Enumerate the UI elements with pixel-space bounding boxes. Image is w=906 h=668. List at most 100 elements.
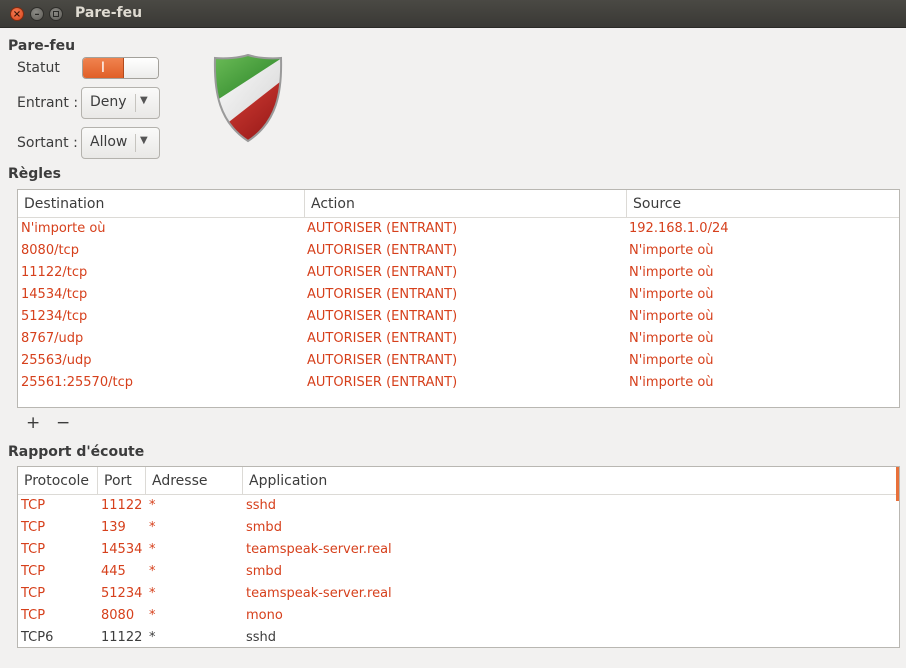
report-port-cell: 11122 — [101, 498, 143, 513]
rule-destination-cell: 25561:25570/tcp — [21, 375, 133, 390]
rule-action-cell: AUTORISER (ENTRANT) — [307, 331, 458, 346]
rule-source-cell: N'importe où — [629, 331, 714, 346]
report-port-cell: 51234 — [101, 586, 143, 601]
close-icon: × — [12, 9, 22, 20]
column-header-address[interactable]: Adresse — [146, 467, 243, 495]
report-protocol-cell: TCP — [21, 520, 46, 535]
table-row[interactable]: 8080/tcp AUTORISER (ENTRANT) N'importe où — [18, 240, 899, 262]
column-header-port[interactable]: Port — [98, 467, 146, 495]
rule-source-cell: N'importe où — [629, 287, 714, 302]
rule-destination-cell: 14534/tcp — [21, 287, 88, 302]
rule-destination-cell: 8080/tcp — [21, 243, 79, 258]
table-row[interactable]: TCP 14534 * teamspeak-server.real — [18, 539, 899, 561]
table-row[interactable]: TCP 139 * smbd — [18, 517, 899, 539]
rule-destination-cell: 8767/udp — [21, 331, 84, 346]
table-row[interactable]: TCP 445 * smbd — [18, 561, 899, 583]
title-bar: × – Pare-feu — [0, 0, 906, 28]
report-application-cell: sshd — [246, 498, 277, 513]
table-row[interactable]: 25561:25570/tcp AUTORISER (ENTRANT) N'impo… — [18, 372, 899, 394]
column-header-protocol[interactable]: Protocole — [18, 467, 98, 495]
toggle-on-indicator: I — [83, 58, 124, 78]
rule-action-cell: AUTORISER (ENTRANT) — [307, 309, 458, 324]
report-application-cell: sshd — [246, 630, 277, 645]
remove-rule-button[interactable]: − — [56, 413, 70, 433]
column-header-application[interactable]: Application — [243, 467, 899, 495]
rule-action-cell: AUTORISER (ENTRANT) — [307, 243, 458, 258]
window-title: Pare-feu — [75, 5, 143, 21]
rule-destination-cell: N'importe où — [21, 221, 106, 236]
report-application-cell: mono — [246, 608, 283, 623]
rule-destination-cell: 51234/tcp — [21, 309, 88, 324]
rule-source-cell: N'importe où — [629, 265, 714, 280]
report-protocol-cell: TCP6 — [21, 630, 54, 645]
report-address-cell: * — [149, 586, 156, 601]
rule-action-cell: AUTORISER (ENTRANT) — [307, 353, 458, 368]
add-rule-button[interactable]: + — [26, 413, 40, 433]
incoming-policy-select[interactable]: Deny ▼ — [81, 87, 160, 119]
toggle-knob[interactable] — [124, 58, 158, 78]
outgoing-policy-value: Allow — [90, 134, 128, 150]
report-port-cell: 11122 — [101, 630, 143, 645]
rule-destination-cell: 11122/tcp — [21, 265, 88, 280]
minimize-icon: – — [34, 9, 40, 20]
report-application-cell: smbd — [246, 564, 282, 579]
report-address-cell: * — [149, 520, 156, 535]
incoming-policy-value: Deny — [90, 94, 127, 110]
table-row[interactable]: 25563/udp AUTORISER (ENTRANT) N'importe où — [18, 350, 899, 372]
report-section-label: Rapport d'écoute — [8, 444, 145, 460]
column-header-source[interactable]: Source — [627, 190, 899, 218]
table-row[interactable]: N'importe où AUTORISER (ENTRANT) 192.168.1… — [18, 218, 899, 240]
outgoing-policy-select[interactable]: Allow ▼ — [81, 127, 160, 159]
incoming-label: Entrant : — [17, 95, 79, 111]
rules-table[interactable]: Destination Action Source N'importe où AU… — [17, 189, 900, 408]
report-address-cell: * — [149, 542, 156, 557]
table-row[interactable]: 11122/tcp AUTORISER (ENTRANT) N'importe où — [18, 262, 899, 284]
rules-section-label: Règles — [8, 166, 61, 182]
rule-action-cell: AUTORISER (ENTRANT) — [307, 221, 458, 236]
rule-action-cell: AUTORISER (ENTRANT) — [307, 375, 458, 390]
report-application-cell: teamspeak-server.real — [246, 586, 392, 601]
column-header-action[interactable]: Action — [305, 190, 627, 218]
combo-separator — [135, 94, 136, 112]
report-port-cell: 445 — [101, 564, 126, 579]
report-address-cell: * — [149, 630, 156, 645]
report-port-cell: 8080 — [101, 608, 135, 623]
rule-source-cell: N'importe où — [629, 309, 714, 324]
status-toggle[interactable]: I — [82, 57, 159, 79]
report-application-cell: teamspeak-server.real — [246, 542, 392, 557]
report-protocol-cell: TCP — [21, 564, 46, 579]
close-window-button[interactable]: × — [10, 7, 24, 21]
shield-icon — [213, 53, 283, 143]
report-address-cell: * — [149, 608, 156, 623]
table-row[interactable]: 51234/tcp AUTORISER (ENTRANT) N'importe où — [18, 306, 899, 328]
outgoing-label: Sortant : — [17, 135, 78, 151]
rule-destination-cell: 25563/udp — [21, 353, 92, 368]
table-row[interactable]: TCP 11122 * sshd — [18, 495, 899, 517]
listening-report-table[interactable]: Protocole Port Adresse Application TCP 11… — [17, 466, 900, 648]
report-address-cell: * — [149, 564, 156, 579]
report-application-cell: smbd — [246, 520, 282, 535]
report-protocol-cell: TCP — [21, 542, 46, 557]
report-port-cell: 14534 — [101, 542, 143, 557]
rule-action-cell: AUTORISER (ENTRANT) — [307, 265, 458, 280]
chevron-down-icon: ▼ — [140, 95, 148, 106]
table-row[interactable]: 14534/tcp AUTORISER (ENTRANT) N'importe où — [18, 284, 899, 306]
report-address-cell: * — [149, 498, 156, 513]
table-row[interactable]: 8767/udp AUTORISER (ENTRANT) N'importe où — [18, 328, 899, 350]
column-header-destination[interactable]: Destination — [18, 190, 305, 218]
rule-action-cell: AUTORISER (ENTRANT) — [307, 287, 458, 302]
report-protocol-cell: TCP — [21, 586, 46, 601]
table-row[interactable]: TCP 51234 * teamspeak-server.real — [18, 583, 899, 605]
rule-source-cell: N'importe où — [629, 353, 714, 368]
report-protocol-cell: TCP — [21, 608, 46, 623]
table-row[interactable]: TCP 8080 * mono — [18, 605, 899, 627]
table-row[interactable]: TCP6 11122 * sshd — [18, 627, 899, 647]
chevron-down-icon: ▼ — [140, 135, 148, 146]
maximize-window-button[interactable] — [49, 7, 63, 21]
report-port-cell: 139 — [101, 520, 126, 535]
status-label: Statut — [17, 60, 60, 76]
report-protocol-cell: TCP — [21, 498, 46, 513]
firewall-section-label: Pare-feu — [8, 38, 76, 54]
rule-source-cell: 192.168.1.0/24 — [629, 221, 729, 236]
minimize-window-button[interactable]: – — [30, 7, 44, 21]
